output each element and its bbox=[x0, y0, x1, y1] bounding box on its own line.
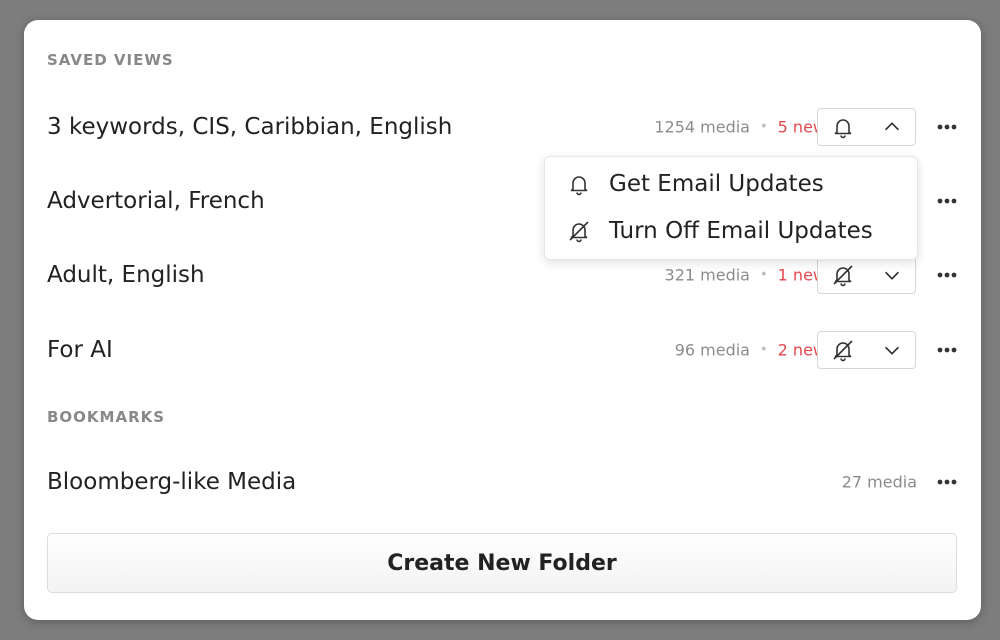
more-options-icon[interactable] bbox=[936, 122, 958, 132]
chevron-up-icon[interactable] bbox=[868, 116, 915, 138]
media-count: 1254 media bbox=[654, 117, 750, 137]
menu-item-turn-off-email-updates[interactable]: Turn Off Email Updates bbox=[545, 208, 917, 254]
media-count: 96 media bbox=[674, 340, 750, 360]
saved-view-title[interactable]: For AI bbox=[47, 337, 113, 363]
email-notification-toggle[interactable] bbox=[817, 108, 916, 146]
email-updates-dropdown: Get Email Updates Turn Off Email Updates bbox=[544, 156, 918, 260]
saved-view-meta: 1254 media • 5 new bbox=[654, 118, 826, 137]
media-count: 27 media bbox=[841, 472, 917, 492]
saved-view-title[interactable]: Adult, English bbox=[47, 262, 205, 288]
saved-view-row[interactable]: 3 keywords, CIS, Caribbian, English 1254… bbox=[24, 102, 981, 152]
section-header-bookmarks: BOOKMARKS bbox=[47, 408, 166, 426]
bookmark-title[interactable]: Bloomberg-like Media bbox=[47, 469, 296, 495]
bell-icon bbox=[566, 172, 592, 196]
menu-item-get-email-updates[interactable]: Get Email Updates bbox=[545, 161, 917, 207]
bookmark-meta: 27 media bbox=[842, 473, 917, 492]
saved-view-title[interactable]: 3 keywords, CIS, Caribbian, English bbox=[47, 114, 452, 140]
saved-views-panel: SAVED VIEWS 3 keywords, CIS, Caribbian, … bbox=[24, 20, 981, 620]
saved-view-meta: 96 media • 2 new bbox=[675, 341, 826, 360]
chevron-down-icon[interactable] bbox=[868, 264, 915, 286]
saved-view-row[interactable]: For AI 96 media • 2 new bbox=[24, 325, 981, 375]
more-options-icon[interactable] bbox=[936, 270, 958, 280]
saved-view-title[interactable]: Advertorial, French bbox=[47, 188, 265, 214]
email-notification-toggle[interactable] bbox=[817, 256, 916, 294]
bell-off-icon[interactable] bbox=[818, 263, 868, 287]
email-notification-toggle[interactable] bbox=[817, 331, 916, 369]
bookmark-row[interactable]: Bloomberg-like Media 27 media bbox=[24, 457, 981, 507]
more-options-icon[interactable] bbox=[936, 477, 958, 487]
chevron-down-icon[interactable] bbox=[868, 339, 915, 361]
bell-off-icon bbox=[566, 219, 592, 243]
separator-dot: • bbox=[759, 119, 768, 135]
section-header-saved-views: SAVED VIEWS bbox=[47, 51, 174, 69]
separator-dot: • bbox=[759, 267, 768, 283]
saved-view-meta: 321 media • 1 new bbox=[665, 266, 826, 285]
more-options-icon[interactable] bbox=[936, 345, 958, 355]
bell-off-icon[interactable] bbox=[818, 338, 868, 362]
menu-item-label: Turn Off Email Updates bbox=[609, 218, 873, 244]
more-options-icon[interactable] bbox=[936, 196, 958, 206]
create-new-folder-button[interactable]: Create New Folder bbox=[47, 533, 957, 593]
separator-dot: • bbox=[759, 342, 768, 358]
media-count: 321 media bbox=[664, 265, 750, 285]
bell-icon[interactable] bbox=[818, 115, 868, 139]
menu-item-label: Get Email Updates bbox=[609, 171, 824, 197]
